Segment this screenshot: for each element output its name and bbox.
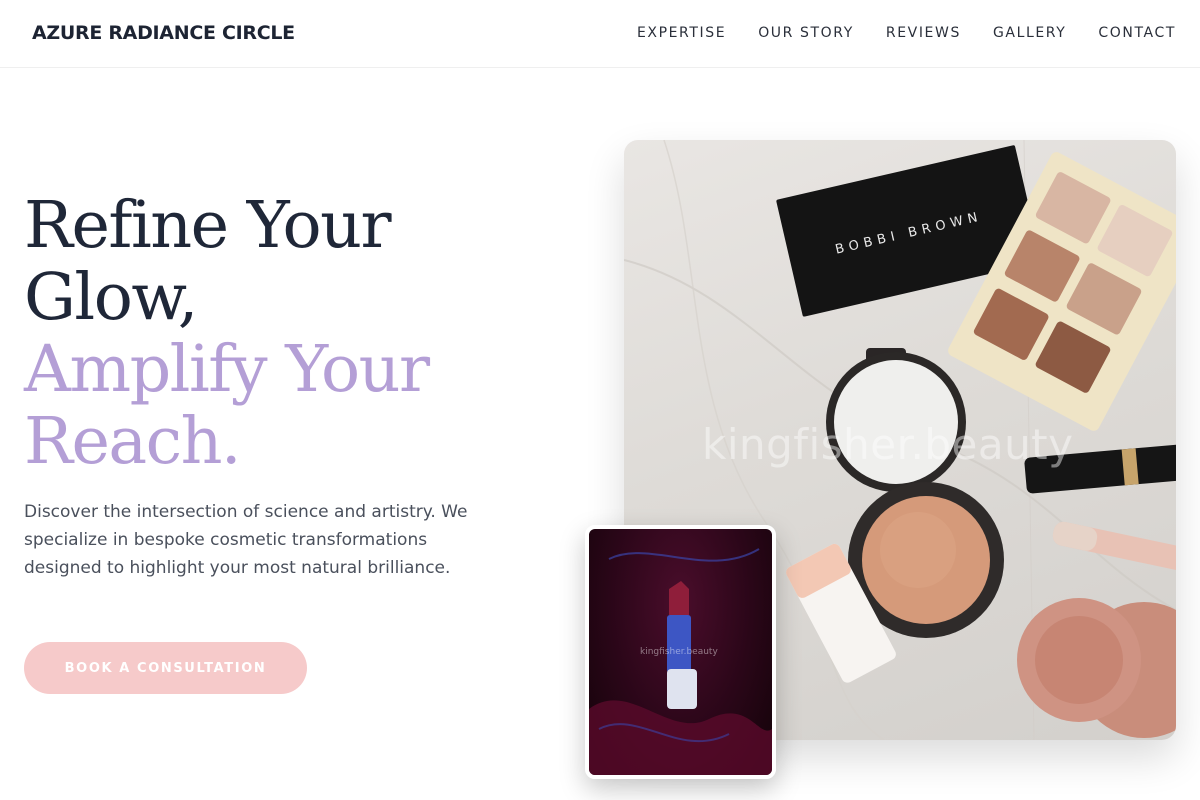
hero-headline: Refine Your Glow, Amplify Your Reach. <box>24 190 524 478</box>
nav-contact[interactable]: CONTACT <box>1098 25 1176 41</box>
hero-description: Discover the intersection of science and… <box>24 502 468 578</box>
brand-logo[interactable]: AZURE RADIANCE CIRCLE <box>32 22 295 44</box>
nav-reviews[interactable]: REVIEWS <box>886 25 961 41</box>
main-nav: EXPERTISE OUR STORY REVIEWS GALLERY CONT… <box>637 25 1176 41</box>
nav-expertise[interactable]: EXPERTISE <box>637 25 726 41</box>
site-header: AZURE RADIANCE CIRCLE EXPERTISE OUR STOR… <box>0 0 1200 68</box>
hero-inset-image: kingfisher.beauty <box>585 525 776 779</box>
nav-gallery[interactable]: GALLERY <box>993 25 1066 41</box>
book-consultation-button[interactable]: BOOK A CONSULTATION <box>24 642 307 694</box>
inset-image-watermark: kingfisher.beauty <box>640 647 718 657</box>
headline-accent-line-1: Amplify Your <box>24 332 430 407</box>
nav-our-story[interactable]: OUR STORY <box>758 25 854 41</box>
headline-line-1: Refine Your <box>24 188 392 263</box>
headline-accent-line-2: Reach. <box>24 404 242 479</box>
blush-compact <box>1017 598 1176 738</box>
main-image-watermark: kingfisher.beauty <box>702 420 1074 469</box>
lipstick <box>667 581 697 709</box>
headline-line-2: Glow, <box>24 260 198 335</box>
lip-gloss-tube <box>1052 521 1176 571</box>
